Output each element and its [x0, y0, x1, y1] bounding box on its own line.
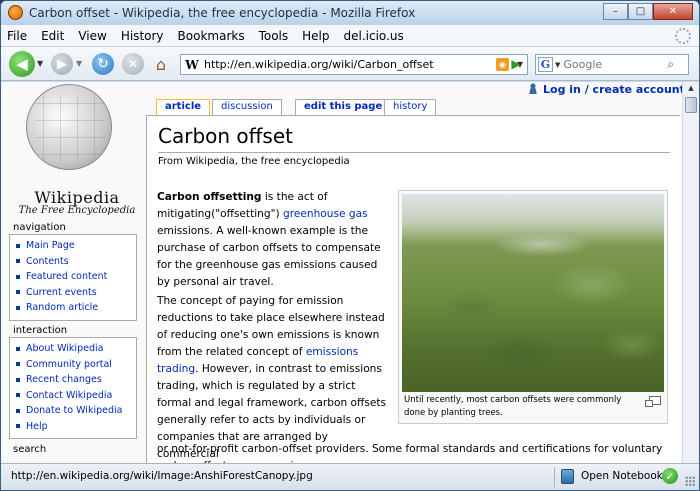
login-label: Log in / create account [543, 83, 685, 96]
engine-dropdown[interactable]: ▼ [555, 61, 560, 69]
link-greenhouse-gas[interactable]: greenhouse gas [283, 208, 368, 220]
title-divider [158, 152, 670, 153]
status-text: http://en.wikipedia.org/wiki/Image:Anshi… [11, 470, 313, 482]
puzzle-globe-icon [26, 84, 112, 170]
paragraph-3: or not-for-profit carbon-offset provider… [157, 443, 663, 463]
open-notebook-button[interactable]: Open Notebook [581, 470, 663, 482]
back-history-dropdown[interactable]: ▼ [37, 59, 43, 68]
throbber-icon [675, 28, 691, 44]
tab-history[interactable]: history [384, 99, 437, 115]
go-button[interactable]: ▶ [508, 56, 524, 72]
sidebar-item-donate[interactable]: Donate to Wikipedia [16, 403, 133, 419]
notebook-icon[interactable] [561, 469, 574, 484]
navigation-heading: navigation [13, 222, 66, 233]
menu-history[interactable]: History [121, 29, 164, 43]
maximize-button[interactable]: □ [628, 3, 653, 20]
arrow-right-icon: ▶ [57, 56, 67, 72]
menu-view[interactable]: View [78, 29, 106, 43]
stop-icon: ✕ [127, 57, 139, 71]
interaction-portlet: interaction About Wikipedia Community po… [9, 325, 137, 439]
scroll-thumb[interactable] [685, 97, 697, 113]
paragraph-1: Carbon offsetting is the act of mitigati… [157, 189, 387, 291]
tab-article[interactable]: article [156, 99, 211, 116]
chevron-down-icon: ▼ [37, 59, 44, 68]
paragraph-text: emissions. A well-known example is the p… [157, 225, 381, 288]
search-bar: G ▼ ⌕ [535, 54, 689, 75]
page-title: Carbon offset [158, 124, 293, 148]
magnifier-icon[interactable]: ⌕ [667, 57, 674, 72]
menu-edit[interactable]: Edit [41, 29, 64, 43]
menu-tools[interactable]: Tools [259, 29, 289, 43]
home-button[interactable]: ⌂ [150, 53, 172, 75]
sidebar-item-community-portal[interactable]: Community portal [16, 357, 133, 373]
navigation-toolbar: ◀ ▼ ▶ ▼ ↻ ✕ ⌂ W http://en.wikipedia.org/… [1, 47, 699, 81]
sidebar-item-recent-changes[interactable]: Recent changes [16, 372, 133, 388]
vertical-scrollbar[interactable]: ▲ [682, 82, 699, 463]
check-icon[interactable]: ✓ [662, 468, 678, 484]
window-title: Carbon offset - Wikipedia, the free ency… [29, 6, 416, 20]
navigation-portlet: navigation Main Page Contents Featured c… [9, 222, 137, 321]
window-controls: – □ ✕ [603, 3, 693, 20]
search-portlet: search [9, 444, 137, 456]
browser-window: Carbon offset - Wikipedia, the free ency… [0, 0, 700, 491]
image-thumbnail: Until recently, most carbon offsets were… [398, 190, 668, 424]
google-engine-icon[interactable]: G [538, 57, 553, 72]
address-bar[interactable]: W http://en.wikipedia.org/wiki/Carbon_of… [180, 54, 528, 75]
back-button[interactable]: ◀ [9, 51, 35, 77]
title-bar[interactable]: Carbon offset - Wikipedia, the free ency… [1, 1, 699, 25]
stop-button[interactable]: ✕ [122, 53, 144, 75]
paragraph-2: The concept of paying for emission reduc… [157, 293, 387, 463]
status-divider [554, 467, 555, 487]
home-icon: ⌂ [155, 54, 167, 74]
status-bar: http://en.wikipedia.org/wiki/Image:Anshi… [1, 463, 699, 490]
url-input[interactable]: http://en.wikipedia.org/wiki/Carbon_offs… [204, 58, 496, 71]
menu-bar: File Edit View History Bookmarks Tools H… [1, 25, 699, 47]
chevron-down-icon: ▼ [76, 59, 83, 68]
scroll-up-button[interactable]: ▲ [685, 84, 697, 96]
menu-bookmarks[interactable]: Bookmarks [178, 29, 245, 43]
search-heading: search [13, 444, 47, 455]
tab-discussion[interactable]: discussion [212, 99, 282, 115]
go-arrow-icon: ▶ [511, 57, 521, 71]
reload-icon: ↻ [97, 56, 109, 72]
page-subtitle: From Wikipedia, the free encyclopedia [158, 156, 350, 167]
minimize-button[interactable]: – [603, 3, 628, 20]
sidebar-item-current-events[interactable]: Current events [16, 285, 133, 301]
forward-history-dropdown[interactable]: ▼ [76, 59, 82, 68]
tab-edit[interactable]: edit this page [295, 99, 392, 115]
image-caption: Until recently, most carbon offsets were… [404, 395, 622, 418]
forward-button[interactable]: ▶ [51, 53, 73, 75]
search-input[interactable] [563, 58, 668, 71]
user-icon [528, 83, 538, 94]
reload-button[interactable]: ↻ [92, 53, 114, 75]
sidebar-item-contact[interactable]: Contact Wikipedia [16, 388, 133, 404]
logo-tagline: The Free Encyclopedia [18, 205, 136, 216]
firefox-icon [8, 5, 23, 20]
sidebar-item-about[interactable]: About Wikipedia [16, 341, 133, 357]
sidebar-item-main-page[interactable]: Main Page [16, 238, 133, 254]
menu-help[interactable]: Help [302, 29, 329, 43]
wikipedia-logo[interactable]: Wikipedia The Free Encyclopedia [9, 82, 135, 220]
arrow-left-icon: ◀ [16, 55, 28, 73]
sidebar-item-random-article[interactable]: Random article [16, 300, 133, 316]
enlarge-icon[interactable] [645, 396, 661, 407]
forest-canopy-image[interactable] [402, 194, 664, 392]
sidebar-item-help[interactable]: Help [16, 419, 133, 435]
menu-delicious[interactable]: del.icio.us [344, 29, 404, 43]
resize-grip[interactable] [685, 476, 695, 486]
interaction-heading: interaction [13, 325, 68, 336]
sidebar-item-contents[interactable]: Contents [16, 254, 133, 270]
page-content: Wikipedia The Free Encyclopedia navigati… [1, 82, 699, 463]
close-button[interactable]: ✕ [653, 3, 693, 20]
article-body: Carbon offset From Wikipedia, the free e… [146, 115, 680, 463]
sidebar-item-featured-content[interactable]: Featured content [16, 269, 133, 285]
menu-file[interactable]: File [7, 29, 27, 43]
term-bold: Carbon offsetting [157, 191, 262, 203]
login-link[interactable]: Log in / create account [528, 83, 685, 96]
wikipedia-favicon-icon: W [185, 57, 199, 72]
